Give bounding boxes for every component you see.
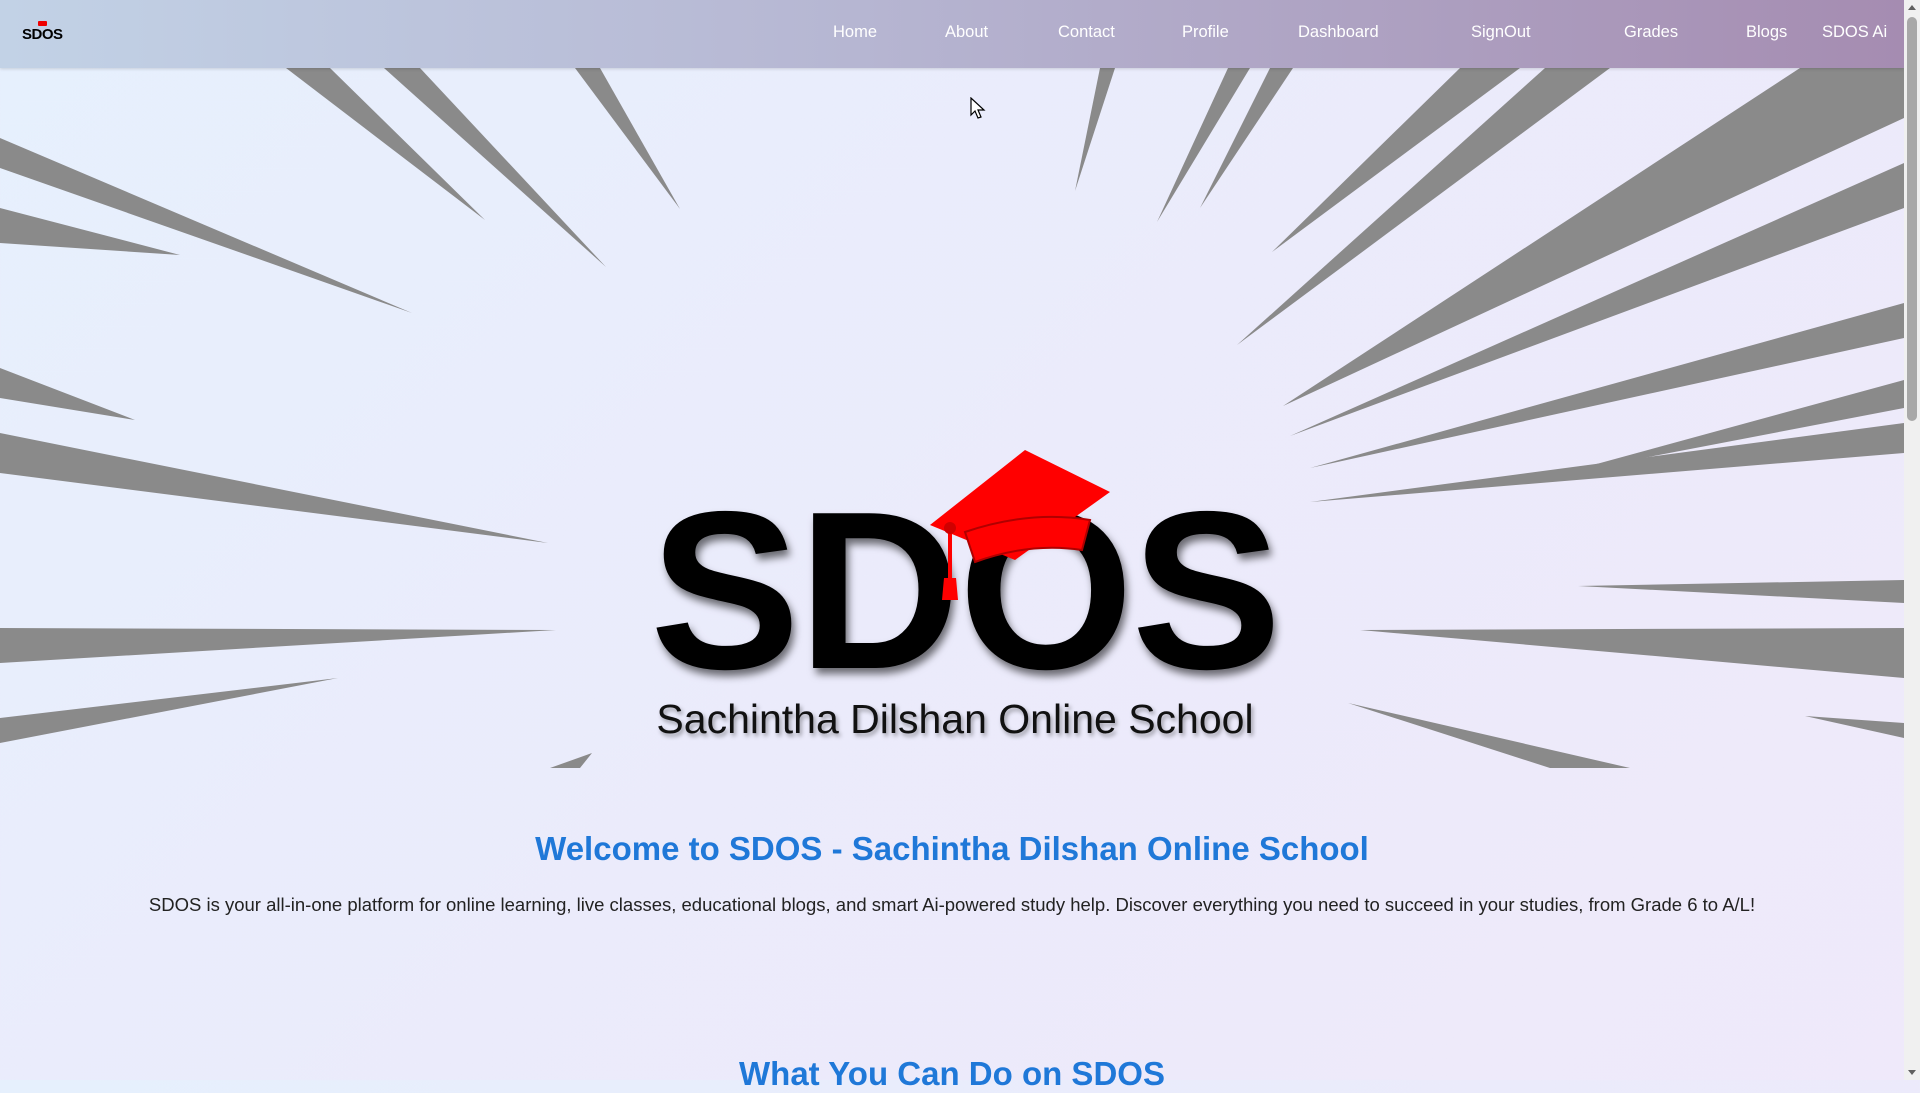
nav-sdos-ai-link[interactable]: SDOS Ai [1822, 23, 1887, 42]
page-scrollbar[interactable] [1904, 0, 1920, 1080]
graduation-cap-icon [930, 450, 1110, 600]
logo-subtitle: Sachintha Dilshan Online School [656, 696, 1254, 742]
scroll-up-arrow-icon[interactable] [1908, 5, 1916, 10]
nav-dashboard-link[interactable]: Dashboard [1298, 23, 1379, 42]
features-section-heading: What You Can Do on SDOS [739, 1055, 1165, 1092]
brand-logo-text: SDOS [22, 25, 63, 43]
mouse-cursor-icon [970, 97, 986, 119]
brand-logo[interactable]: SDOS [22, 20, 63, 48]
nav-about-link[interactable]: About [945, 23, 988, 42]
scrollbar-thumb[interactable] [1907, 17, 1917, 421]
nav-contact-link[interactable]: Contact [1058, 23, 1115, 42]
nav-grades-link[interactable]: Grades [1624, 23, 1678, 42]
nav-profile-link[interactable]: Profile [1182, 23, 1229, 42]
nav-blogs-link[interactable]: Blogs [1746, 23, 1787, 42]
welcome-heading: Welcome to SDOS - Sachintha Dilshan Onli… [535, 830, 1369, 867]
graduation-cap-icon [38, 21, 47, 26]
scroll-down-arrow-icon[interactable] [1908, 1070, 1916, 1075]
nav-signout-link[interactable]: SignOut [1471, 23, 1531, 42]
welcome-description: SDOS is your all-in-one platform for onl… [148, 894, 1756, 915]
top-navbar: SDOS Home About Contact Profile Dashboar… [0, 0, 1904, 68]
nav-home-link[interactable]: Home [833, 23, 877, 42]
sdos-main-logo: SDOS Sachintha Dilshan Online School [650, 450, 1282, 750]
